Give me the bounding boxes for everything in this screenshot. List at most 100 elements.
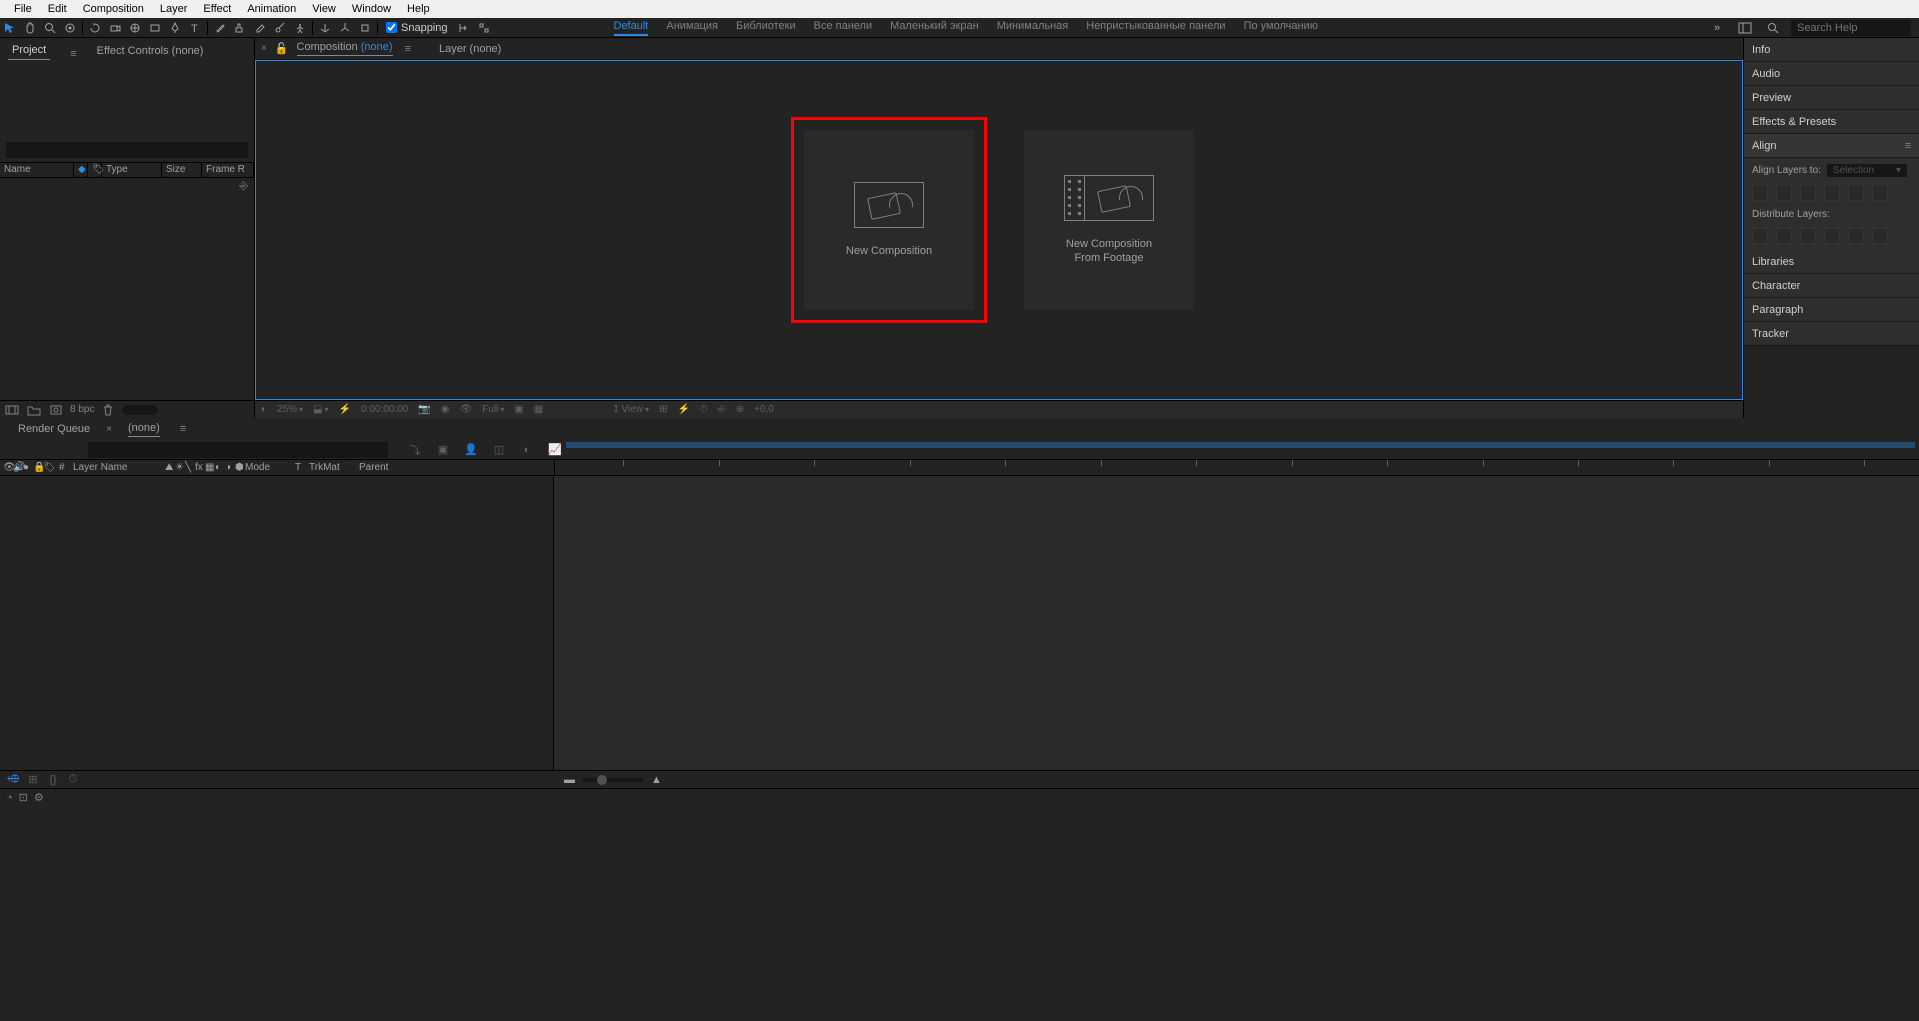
thumbnail-size-slider[interactable] — [122, 405, 158, 415]
project-search-input[interactable] — [6, 142, 248, 158]
workspace-all-panels[interactable]: Все панели — [814, 20, 872, 36]
panel-info[interactable]: Info — [1744, 38, 1919, 62]
interpret-footage-icon[interactable] — [4, 403, 20, 417]
timeline-zoom-slider[interactable] — [583, 778, 643, 782]
workspace-minimal[interactable]: Минимальная — [997, 20, 1069, 36]
show-channel-icon[interactable]: ◉ — [441, 404, 450, 415]
zoom-out-icon[interactable]: ▬ — [564, 774, 575, 786]
col-trkmat[interactable]: TrkMat — [306, 462, 356, 473]
toggle-switches-icon[interactable]: ⬲ — [6, 773, 20, 787]
fast-draft-icon[interactable]: ⚡ — [677, 404, 689, 415]
hide-shy-icon[interactable]: 👤 — [464, 443, 478, 457]
panel-paragraph[interactable]: Paragraph — [1744, 298, 1919, 322]
col-label-icon[interactable]: 🏷 — [40, 462, 56, 473]
view-layout-dropdown[interactable]: 1 View▾ — [613, 404, 649, 415]
new-comp-icon[interactable] — [48, 403, 64, 417]
tab-render-queue[interactable]: Render Queue — [18, 423, 90, 435]
draft-3d-icon[interactable]: ▣ — [436, 443, 450, 457]
panel-libraries[interactable]: Libraries — [1744, 250, 1919, 274]
panel-menu-icon[interactable]: ≡ — [70, 48, 76, 60]
col-size[interactable]: Size — [162, 163, 202, 177]
local-axis-icon[interactable] — [315, 18, 335, 38]
col-frame-blend-icon[interactable]: ▦ — [202, 462, 212, 473]
toggle-modes-icon[interactable]: ⊞ — [26, 773, 40, 787]
workspace-default[interactable]: Default — [614, 20, 649, 36]
col-audio-icon[interactable]: 🔊 — [10, 462, 20, 473]
rectangle-tool-icon[interactable] — [145, 18, 165, 38]
panel-align[interactable]: Align ≡ — [1744, 134, 1919, 158]
pan-behind-tool-icon[interactable] — [125, 18, 145, 38]
roi-icon[interactable]: ▣ — [514, 404, 523, 415]
align-hcenter-icon[interactable] — [1776, 185, 1792, 201]
workspace-libraries[interactable]: Библиотеки — [736, 20, 796, 36]
menu-composition[interactable]: Composition — [75, 1, 152, 17]
tab-timeline-none[interactable]: (none) — [128, 422, 160, 437]
new-comp-from-footage-button[interactable]: New CompositionFrom Footage — [1024, 130, 1194, 310]
color-depth-label[interactable]: 8 bpc — [70, 404, 94, 415]
timecode-display[interactable]: 0:00:00:00 — [361, 404, 408, 415]
puppet-tool-icon[interactable] — [290, 18, 310, 38]
lock-icon[interactable]: 🔓 — [275, 42, 289, 55]
col-type[interactable]: Type — [102, 163, 162, 177]
eraser-tool-icon[interactable] — [250, 18, 270, 38]
clone-tool-icon[interactable] — [230, 18, 250, 38]
snap-edge-icon[interactable] — [454, 18, 474, 38]
distribute-hcenter-icon[interactable] — [1848, 228, 1864, 244]
align-target-dropdown[interactable]: Selection▾ — [1827, 164, 1907, 177]
workspace-overflow-icon[interactable]: » — [1707, 18, 1727, 38]
col-motion-blur-icon[interactable]: ◐ — [212, 462, 222, 473]
workspace-small-screen[interactable]: Маленький экран — [890, 20, 979, 36]
panel-menu-icon[interactable]: ≡ — [405, 43, 411, 55]
workspace-animation[interactable]: Анимация — [666, 20, 718, 36]
workspace-reset-icon[interactable] — [1735, 18, 1755, 38]
panel-effects-presets[interactable]: Effects & Presets — [1744, 110, 1919, 134]
transparency-grid-icon[interactable]: ▦ — [534, 404, 543, 415]
align-left-icon[interactable] — [1752, 185, 1768, 201]
roto-brush-tool-icon[interactable] — [270, 18, 290, 38]
panel-character[interactable]: Character — [1744, 274, 1919, 298]
rotation-tool-icon[interactable] — [85, 18, 105, 38]
col-3d-icon[interactable]: ⬢ — [232, 462, 242, 473]
distribute-left-icon[interactable] — [1824, 228, 1840, 244]
layer-list-area[interactable] — [0, 476, 554, 770]
menu-effect[interactable]: Effect — [195, 1, 239, 17]
col-adjustment-icon[interactable]: ◑ — [222, 462, 232, 473]
search-help-input[interactable] — [1791, 20, 1911, 36]
col-lock-icon[interactable]: 🔒 — [30, 462, 40, 473]
panel-menu-icon[interactable]: ≡ — [1905, 140, 1911, 152]
pen-tool-icon[interactable] — [165, 18, 185, 38]
col-mode[interactable]: Mode — [242, 462, 292, 473]
col-fx-icon[interactable]: fx — [192, 462, 202, 473]
menu-window[interactable]: Window — [344, 1, 399, 17]
frame-blend-icon[interactable]: ◫ — [492, 443, 506, 457]
col-video-icon[interactable]: 👁 — [0, 462, 10, 473]
tab-effect-controls[interactable]: Effect Controls (none) — [93, 42, 208, 60]
col-index[interactable]: # — [56, 462, 70, 473]
col-parent[interactable]: Parent — [356, 462, 554, 473]
always-preview-icon[interactable]: ◐ — [261, 404, 267, 415]
align-right-icon[interactable] — [1800, 185, 1816, 201]
time-ruler[interactable] — [554, 460, 1919, 475]
distribute-vcenter-icon[interactable] — [1776, 228, 1792, 244]
col-shy-icon[interactable]: ⛰ — [162, 462, 172, 473]
snapping-checkbox[interactable]: Snapping — [386, 22, 448, 34]
col-name[interactable]: Name — [0, 163, 74, 177]
view-axis-icon[interactable] — [355, 18, 375, 38]
resolution-down-icon[interactable]: ⬓▾ — [313, 404, 328, 415]
magnification-ratio[interactable]: 25%▾ — [277, 404, 303, 415]
timeline-track-area[interactable] — [554, 476, 1919, 770]
panel-tracker[interactable]: Tracker — [1744, 322, 1919, 346]
zoom-tool-icon[interactable] — [40, 18, 60, 38]
distribute-bottom-icon[interactable] — [1800, 228, 1816, 244]
col-frame-rate[interactable]: Frame R — [202, 163, 254, 177]
comp-mini-flowchart-icon[interactable]: ⤵ — [408, 443, 422, 457]
align-top-icon[interactable] — [1824, 185, 1840, 201]
selection-tool-icon[interactable] — [0, 18, 20, 38]
menu-edit[interactable]: Edit — [40, 1, 75, 17]
col-layer-name[interactable]: Layer Name — [70, 462, 162, 473]
graph-editor-icon[interactable]: 📈 — [548, 443, 562, 457]
menu-help[interactable]: Help — [399, 1, 438, 17]
tab-project[interactable]: Project — [8, 41, 50, 60]
timeline-search-input[interactable] — [88, 442, 388, 458]
align-bottom-icon[interactable] — [1872, 185, 1888, 201]
